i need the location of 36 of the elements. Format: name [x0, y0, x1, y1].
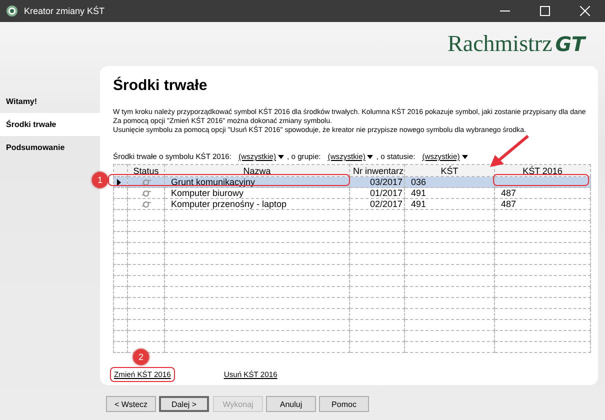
callout-badge: 2	[133, 349, 149, 365]
wizard-button[interactable]: Anuluj	[266, 396, 316, 412]
app-logo-icon	[6, 5, 18, 17]
table-cell: 036	[411, 177, 426, 187]
table-cell: 491	[411, 199, 426, 209]
column-header[interactable]: KŚT	[404, 164, 494, 176]
wizard-button[interactable]: Pomoc	[319, 396, 369, 412]
sidebar-item[interactable]: Podsumowanie	[0, 136, 100, 159]
table-cell: Komputer przenośny - laptop	[171, 199, 287, 209]
status-icon	[142, 179, 150, 186]
status-icon	[142, 190, 150, 198]
table-cell: Komputer biurowy	[171, 188, 244, 198]
sidebar-item[interactable]: Środki trwałe	[0, 113, 100, 136]
column-header[interactable]: Nazwa	[164, 164, 350, 176]
caret-icon	[367, 154, 374, 158]
table-cell: 491	[411, 188, 426, 198]
wizard-button[interactable]: < Wstecz	[106, 396, 156, 412]
table-cell: 487	[501, 199, 516, 209]
caret-icon	[462, 154, 468, 158]
logo-mark: GT	[555, 32, 585, 56]
table-cell: 01/2017	[370, 188, 403, 198]
table-cell: 03/2017	[370, 177, 403, 187]
row-pointer-icon	[117, 178, 121, 186]
caret-icon	[278, 154, 284, 158]
page-title: Środki trwałe	[113, 77, 208, 94]
logo-text: Rachmistrz	[448, 31, 552, 57]
callout-badge: 1	[92, 172, 108, 188]
sidebar-item[interactable]: Witamy!	[0, 90, 100, 113]
table-cell: Grunt komunikacyjny	[171, 177, 256, 187]
table-cell: 02/2017	[370, 199, 403, 209]
status-icon	[142, 201, 150, 208]
window-title: Kreator zmiany KŚT	[24, 6, 106, 16]
column-header[interactable]: Nr inwentarz	[350, 164, 404, 176]
table-cell: 487	[501, 188, 516, 198]
column-header[interactable]: KŚT 2016	[494, 164, 590, 176]
wizard-button[interactable]: Dalej >	[159, 396, 209, 412]
